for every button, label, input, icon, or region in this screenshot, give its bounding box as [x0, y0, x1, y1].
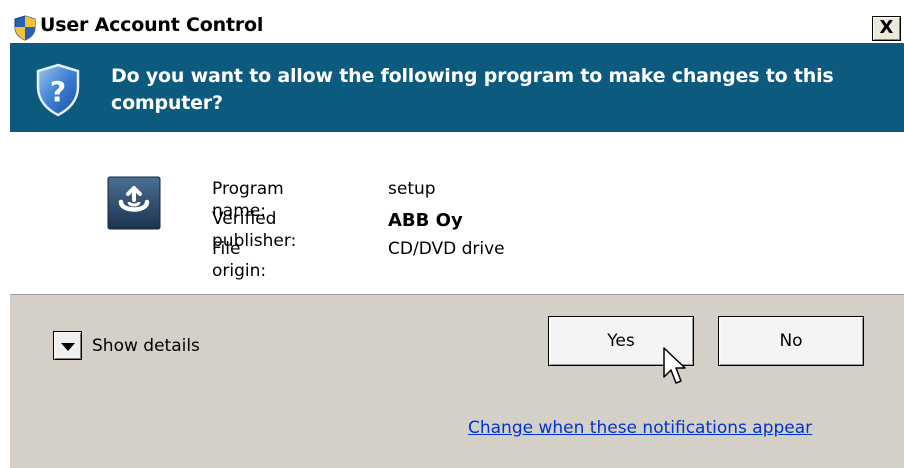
no-button[interactable]: No	[718, 316, 864, 366]
close-button[interactable]: X	[872, 16, 901, 41]
chevron-down-icon	[61, 343, 75, 351]
uac-shield-icon	[14, 15, 36, 41]
file-origin-value: CD/DVD drive	[388, 239, 505, 259]
program-name-value: setup	[388, 179, 436, 199]
show-details-label[interactable]: Show details	[92, 335, 200, 357]
mouse-cursor-icon	[663, 347, 686, 384]
publisher-value: ABB Oy	[388, 210, 463, 231]
program-info-panel: Program name: setup Verified publisher: …	[10, 132, 904, 295]
title-bar: User Account Control X	[0, 0, 904, 43]
question-banner: ? Do you want to allow the following pro…	[10, 43, 904, 132]
window-title: User Account Control	[40, 14, 264, 36]
setup-program-icon	[107, 176, 161, 230]
change-notifications-link[interactable]: Change when these notifications appear	[468, 417, 812, 439]
uac-question: Do you want to allow the following progr…	[111, 65, 834, 114]
file-origin-label: File origin:	[212, 239, 267, 281]
show-details-toggle[interactable]	[53, 331, 82, 360]
question-shield-icon: ?	[36, 63, 80, 117]
svg-text:?: ?	[50, 75, 66, 108]
